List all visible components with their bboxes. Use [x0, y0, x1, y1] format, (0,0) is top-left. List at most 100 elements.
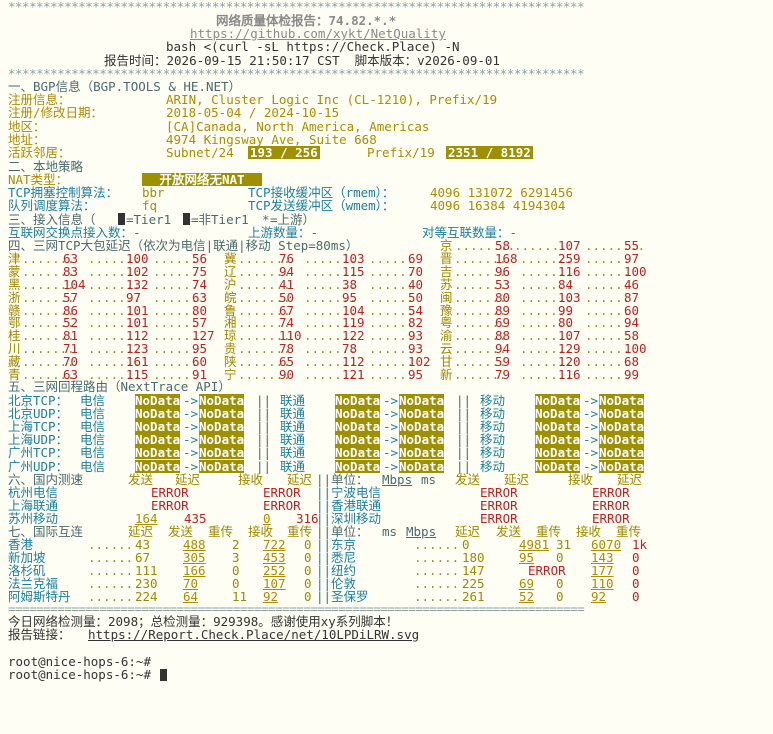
route-separator: ||: [456, 432, 472, 448]
route-arrow: ->: [383, 419, 399, 435]
latency-value: 104: [63, 276, 86, 292]
route-arrow: ->: [583, 406, 599, 422]
latency-value: 103: [558, 289, 581, 305]
route-nodata: NoData: [535, 458, 581, 474]
route-arrow: ->: [583, 458, 599, 474]
subnet-bar: 193 / 256: [248, 145, 320, 160]
isp-telecom: 电信: [80, 458, 106, 474]
route-label: 广州UDP：: [8, 458, 69, 474]
province-label: 津: [8, 250, 21, 266]
report-link[interactable]: https://Report.Check.Place/net/10LPDiLRW…: [88, 628, 419, 641]
route-arrow: ->: [583, 419, 599, 435]
route-nodata: NoData: [135, 406, 181, 422]
terminal-cursor[interactable]: [160, 669, 167, 681]
route-separator: ||: [256, 458, 272, 474]
route-nodata: NoData: [335, 458, 381, 474]
wmem-value: 4096 16384 4194304: [430, 198, 566, 213]
route-separator: ||: [456, 406, 472, 422]
shell-prompt: root@nice-hops-6:~#: [8, 667, 151, 682]
route-nodata: NoData: [599, 419, 645, 435]
col-send: 发送: [455, 472, 481, 487]
route-nodata: NoData: [599, 458, 645, 474]
col-send: 发送: [128, 472, 154, 487]
province-label: 冀: [224, 250, 237, 266]
latency-value: 168: [495, 250, 518, 266]
route-label: 北京TCP：: [8, 393, 69, 408]
route-nodata: NoData: [335, 393, 381, 408]
route-arrow: ->: [383, 393, 399, 408]
latency-value: 96: [495, 263, 511, 279]
subnet-label: Subnet/24: [166, 145, 234, 160]
latency-value: 87: [624, 289, 640, 305]
route-nodata: NoData: [535, 432, 581, 448]
terminal-window[interactable]: ****************************************…: [0, 0, 773, 688]
route-nodata: NoData: [399, 445, 445, 461]
latency-value: 50: [408, 289, 424, 305]
latency-value: 50: [279, 289, 295, 305]
route-nodata: NoData: [399, 458, 445, 474]
route-separator: ||: [456, 445, 472, 461]
route-arrow: ->: [183, 458, 199, 474]
route-separator: ||: [256, 393, 272, 408]
province-label: 黑: [8, 276, 21, 292]
latency-value: 53: [495, 276, 511, 292]
route-nodata: NoData: [335, 419, 381, 435]
col-recv: 接收: [238, 472, 264, 487]
col-send: 发送: [496, 524, 522, 539]
route-arrow: ->: [583, 432, 599, 448]
isp-unicom: 联通: [280, 432, 306, 448]
route-arrow: ->: [583, 445, 599, 461]
route-heading: 五、三网回程路由（NextTrace API）: [8, 379, 231, 394]
report-link-label: 报告链接：: [8, 627, 71, 642]
route-nodata: NoData: [399, 406, 445, 422]
route-nodata: NoData: [535, 445, 581, 461]
route-separator: ||: [456, 419, 472, 435]
latency-value: 95: [342, 289, 358, 305]
route-nodata: NoData: [199, 393, 245, 408]
run-command: bash <(curl -sL https://Check.Place) -N: [166, 39, 460, 54]
route-nodata: NoData: [535, 419, 581, 435]
route-nodata: NoData: [135, 419, 181, 435]
route-nodata: NoData: [199, 445, 245, 461]
route-nodata: NoData: [135, 432, 181, 448]
legend-non-tier1: =非Tier1: [191, 212, 257, 227]
route-nodata: NoData: [199, 406, 245, 422]
bgp-value: 2018-05-04 / 2024-10-15: [166, 105, 340, 120]
route-arrow: ->: [383, 432, 399, 448]
latency-value: 94: [279, 263, 295, 279]
route-nodata: NoData: [535, 393, 581, 408]
route-nodata: NoData: [599, 432, 645, 448]
isp-mobile: 移动: [480, 432, 506, 448]
isp-telecom: 电信: [80, 419, 106, 435]
route-arrow: ->: [383, 406, 399, 422]
latency-value: 100: [624, 263, 647, 279]
latency-value: 69: [408, 250, 424, 266]
latency-value: 83: [63, 263, 79, 279]
latency-value: 97: [126, 289, 142, 305]
province-label: 晋: [440, 250, 453, 266]
prefix-bar: 2351 / 8192: [446, 145, 533, 160]
tier1-marker-icon: [118, 213, 125, 225]
qdisc-label: 队列调度算法：: [8, 198, 96, 213]
province-label: 闽: [440, 289, 453, 305]
route-label: 上海TCP：: [8, 419, 69, 435]
top-border: ****************************************…: [8, 0, 585, 14]
latency-value: 56: [192, 250, 208, 266]
unit-ms: ms: [421, 472, 437, 487]
isp-mobile: 移动: [480, 406, 506, 422]
route-nodata: NoData: [535, 406, 581, 422]
route-nodata: NoData: [399, 419, 445, 435]
route-arrow: ->: [183, 393, 199, 408]
latency-value: 97: [624, 250, 640, 266]
route-arrow: ->: [383, 445, 399, 461]
isp-mobile: 移动: [480, 393, 506, 408]
isp-telecom: 电信: [80, 445, 106, 461]
latency-value: 102: [126, 263, 149, 279]
latency-value: 80: [495, 289, 511, 305]
latency-value: 63: [192, 289, 208, 305]
prefix-label: Prefix/19: [367, 145, 435, 160]
route-arrow: ->: [183, 419, 199, 435]
route-nodata: NoData: [335, 445, 381, 461]
route-arrow: ->: [183, 406, 199, 422]
latency-value: 46: [624, 276, 640, 292]
